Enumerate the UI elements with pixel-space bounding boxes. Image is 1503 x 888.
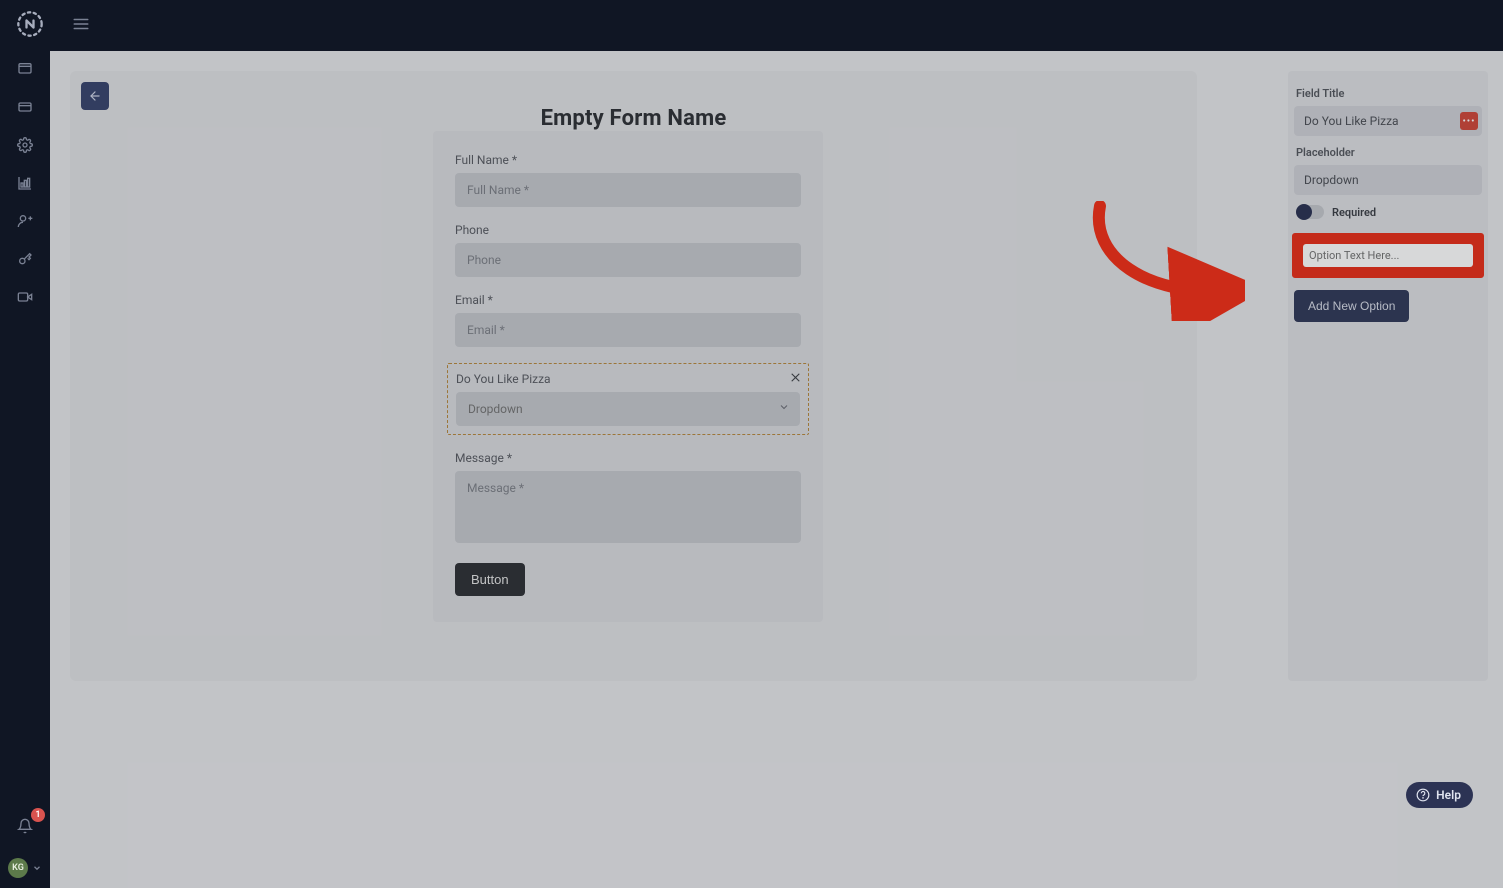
nav-user-add-icon[interactable]	[17, 213, 33, 229]
nav-chart-icon[interactable]	[17, 175, 33, 191]
field-textarea[interactable]	[455, 471, 801, 543]
submit-button[interactable]: Button	[455, 563, 525, 596]
notifications-icon[interactable]: 1	[17, 818, 33, 834]
app-logo-icon	[16, 10, 44, 42]
form-field-message[interactable]: Message *	[455, 451, 801, 547]
form-field-phone[interactable]: Phone	[455, 223, 801, 277]
nav-video-icon[interactable]	[17, 289, 33, 305]
topbar	[0, 0, 1503, 51]
field-input[interactable]	[455, 313, 801, 347]
nav-gear-icon[interactable]	[17, 137, 33, 153]
help-button[interactable]: Help	[1406, 782, 1473, 808]
field-label: Message *	[455, 451, 801, 465]
field-label: Do You Like Pizza	[456, 372, 800, 386]
field-more-button[interactable]: •••	[1460, 112, 1478, 130]
required-label: Required	[1332, 206, 1376, 219]
form-title: Empty Form Name	[70, 106, 1197, 131]
left-sidebar: 1 KG	[0, 51, 50, 888]
placeholder-input[interactable]	[1294, 165, 1482, 195]
field-input[interactable]	[455, 243, 801, 277]
option-text-input[interactable]	[1309, 249, 1467, 262]
menu-toggle-icon[interactable]	[72, 15, 90, 37]
avatar: KG	[8, 858, 28, 878]
toggle-knob	[1296, 204, 1312, 220]
field-label: Email *	[455, 293, 801, 307]
field-label: Phone	[455, 223, 801, 237]
field-label: Full Name *	[455, 153, 801, 167]
dropdown-value[interactable]	[456, 392, 800, 426]
placeholder-label: Placeholder	[1296, 146, 1480, 159]
sidebar-bottom: 1 KG	[0, 818, 50, 878]
nav-key-icon[interactable]	[17, 251, 33, 267]
form-field-fullname[interactable]: Full Name *	[455, 153, 801, 207]
field-title-label: Field Title	[1296, 87, 1480, 100]
help-label: Help	[1436, 788, 1461, 802]
form-preview: Full Name * Phone Email * Do You Like Pi…	[433, 131, 823, 622]
required-toggle[interactable]	[1296, 205, 1324, 219]
nav-card-icon[interactable]	[17, 99, 33, 115]
properties-panel: Field Title ••• Placeholder Required Add…	[1288, 71, 1488, 681]
option-input-highlight	[1292, 233, 1484, 278]
nav-window-icon[interactable]	[17, 61, 33, 77]
notification-badge: 1	[31, 808, 45, 822]
add-option-button[interactable]: Add New Option	[1294, 290, 1409, 322]
remove-field-button[interactable]	[786, 368, 804, 386]
form-field-dropdown-selected[interactable]: Do You Like Pizza	[447, 363, 809, 435]
form-field-email[interactable]: Email *	[455, 293, 801, 347]
field-title-input[interactable]	[1294, 106, 1482, 136]
main-area: Empty Form Name Full Name * Phone Email …	[50, 51, 1503, 888]
field-input[interactable]	[455, 173, 801, 207]
editor-panel: Empty Form Name Full Name * Phone Email …	[70, 71, 1197, 681]
user-menu[interactable]: KG	[8, 858, 42, 878]
